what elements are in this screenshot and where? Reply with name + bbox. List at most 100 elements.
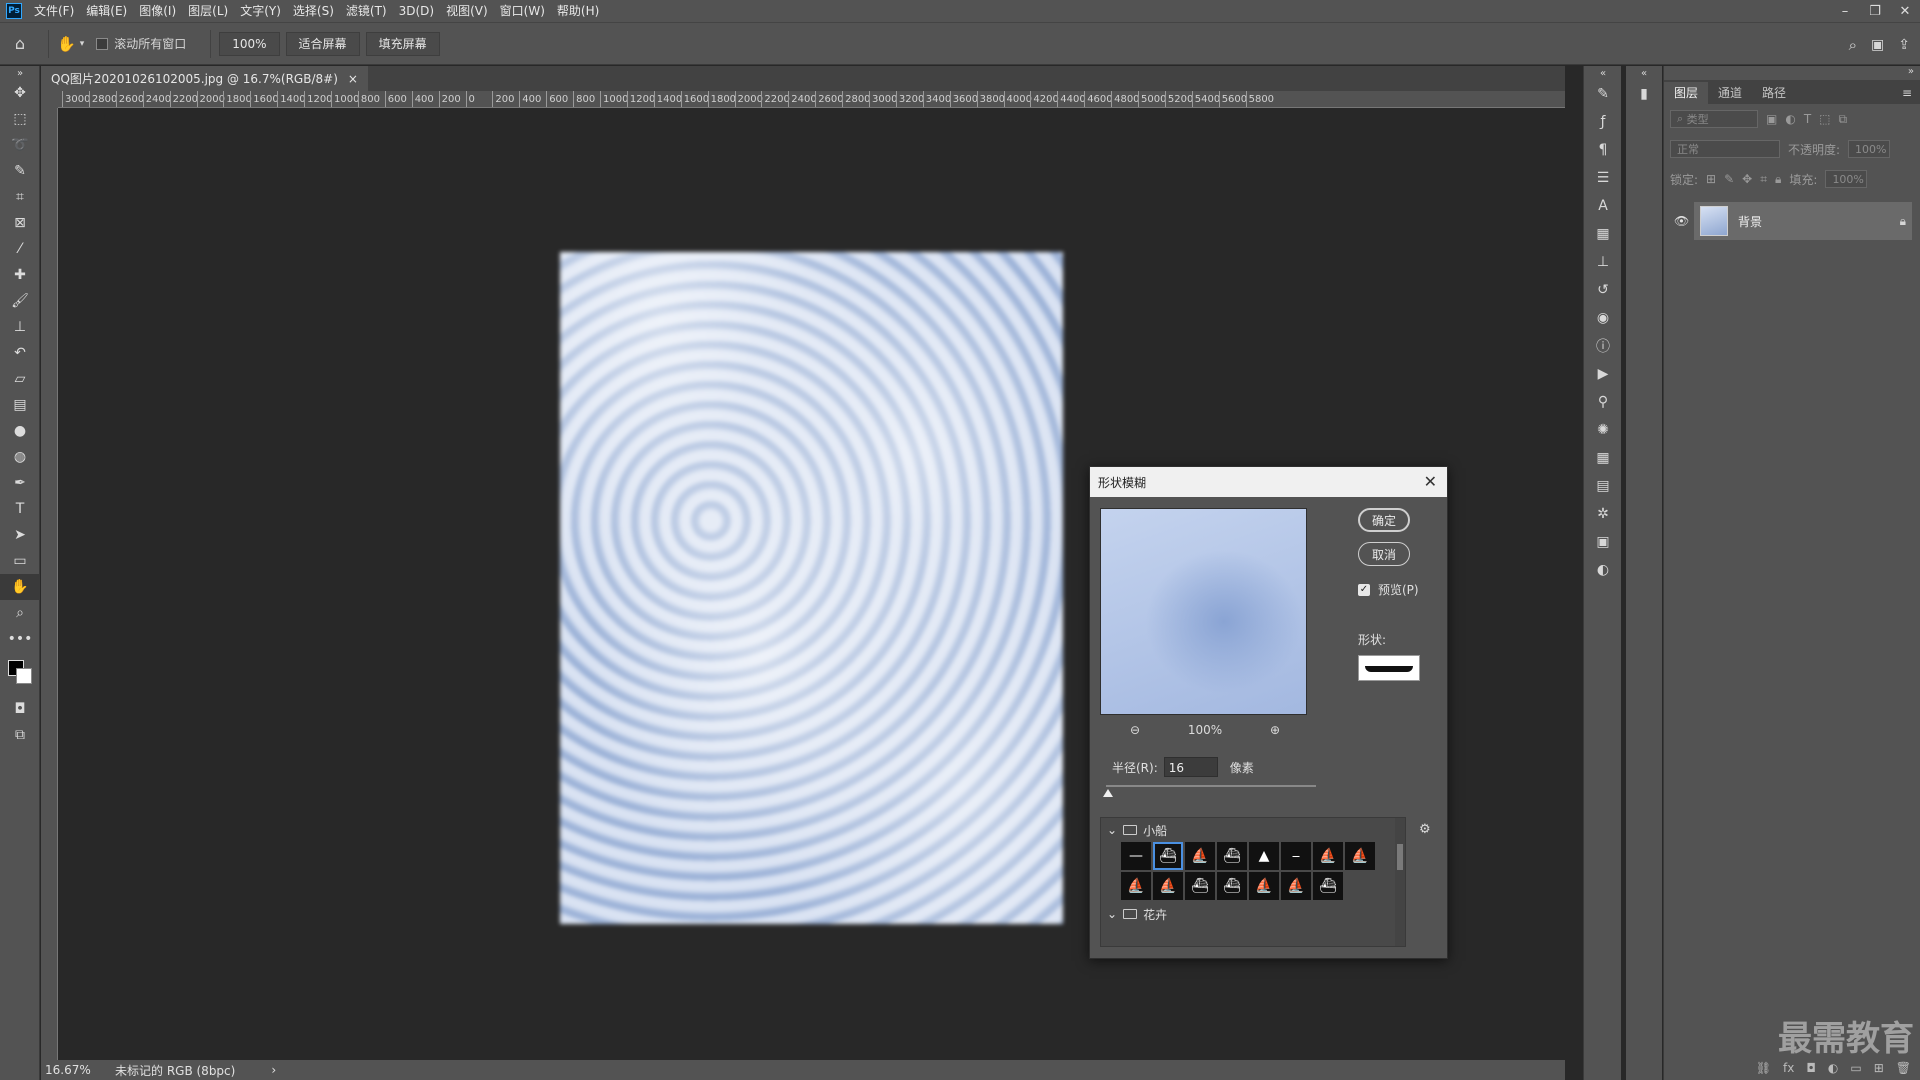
shape-swatch[interactable]: ⛵ bbox=[1185, 842, 1215, 870]
gear-icon[interactable]: ⚙ bbox=[1419, 822, 1431, 837]
filter-preview[interactable] bbox=[1100, 508, 1307, 715]
crop-tool-icon[interactable]: ⌗ bbox=[0, 184, 40, 210]
preview-toggle[interactable]: ✓ 预览(P) bbox=[1358, 581, 1419, 598]
menu-view[interactable]: 视图(V) bbox=[440, 0, 494, 22]
preview-checkbox[interactable]: ✓ bbox=[1358, 583, 1370, 596]
shape-swatch[interactable]: ⛴ bbox=[1217, 872, 1247, 900]
document-image-clouds[interactable] bbox=[560, 252, 1063, 924]
navigator-icon[interactable]: ▣ bbox=[1584, 528, 1622, 556]
info-icon[interactable]: ⓘ bbox=[1584, 332, 1622, 360]
properties-icon[interactable]: ◐ bbox=[1584, 556, 1622, 584]
eraser-tool-icon[interactable]: ▱ bbox=[0, 366, 40, 392]
clone-stamp-tool-icon[interactable]: ⊥ bbox=[0, 314, 40, 340]
zoom-in-icon[interactable]: ⊕ bbox=[1270, 723, 1280, 737]
notes-icon[interactable]: ▤ bbox=[1584, 472, 1622, 500]
layer-style-icon[interactable]: fx bbox=[1783, 1061, 1794, 1075]
menu-filter[interactable]: 滤镜(T) bbox=[340, 0, 393, 22]
visibility-eye-icon[interactable]: 👁︎ bbox=[1674, 214, 1689, 228]
shape-swatch[interactable]: — bbox=[1121, 842, 1151, 870]
menu-select[interactable]: 选择(S) bbox=[287, 0, 340, 22]
status-zoom[interactable]: 16.67% bbox=[41, 1063, 101, 1077]
radius-input[interactable]: 16 bbox=[1163, 757, 1218, 777]
document-tab[interactable]: QQ图片20201026102005.jpg @ 16.7%(RGB/8#) × bbox=[41, 66, 368, 91]
lock-pixels-icon[interactable]: ✎ bbox=[1724, 172, 1734, 186]
background-color-swatch[interactable] bbox=[16, 668, 32, 684]
lock-all-icon[interactable]: 🔒︎ bbox=[1775, 172, 1781, 187]
quick-mask-icon[interactable]: ◘ bbox=[0, 696, 40, 722]
lasso-tool-icon[interactable]: ➰ bbox=[0, 132, 40, 158]
hand-tool-icon[interactable]: ✋ bbox=[0, 574, 40, 600]
lock-artboard-icon[interactable]: ⌗ bbox=[1760, 172, 1767, 187]
blur-tool-icon[interactable]: ● bbox=[0, 418, 40, 444]
brush-tool-icon[interactable]: 🖌 bbox=[0, 288, 40, 314]
minimize-icon[interactable]: – bbox=[1830, 0, 1860, 22]
add-mask-icon[interactable]: ◘ bbox=[1806, 1061, 1816, 1075]
actions-icon[interactable]: ▶ bbox=[1584, 360, 1622, 388]
frame-tool-icon[interactable]: ⊠ bbox=[0, 210, 40, 236]
paragraph-icon[interactable]: ¶ bbox=[1584, 136, 1622, 164]
shape-swatch[interactable]: ⛵ bbox=[1345, 842, 1375, 870]
menu-layer[interactable]: 图层(L) bbox=[182, 0, 234, 22]
history-icon[interactable]: ↺ bbox=[1584, 276, 1622, 304]
healing-brush-tool-icon[interactable]: ✚ bbox=[0, 262, 40, 288]
search-icon[interactable]: ⌕ bbox=[1849, 36, 1857, 54]
shape-swatch[interactable]: ⛴ bbox=[1217, 842, 1247, 870]
collapse-icon[interactable]: « bbox=[1626, 66, 1662, 80]
shape-list-scrollbar[interactable] bbox=[1395, 818, 1405, 946]
shape-group-boats[interactable]: ⌄ 小船 bbox=[1101, 818, 1405, 842]
collapse-icon[interactable]: » bbox=[1664, 66, 1920, 80]
ok-button[interactable]: 确定 bbox=[1358, 508, 1410, 532]
screen-mode-icon[interactable]: ⧉ bbox=[0, 722, 40, 748]
layer-filter-select[interactable]: ⌕ 类型 bbox=[1670, 110, 1758, 128]
shape-swatch-selected[interactable]: ⛴ bbox=[1153, 842, 1183, 870]
share-icon[interactable]: ⇪ bbox=[1898, 37, 1910, 53]
styles-icon[interactable]: ƒ bbox=[1584, 108, 1622, 136]
opacity-input[interactable]: 100% bbox=[1848, 140, 1891, 158]
3d-icon[interactable]: ✺ bbox=[1584, 416, 1622, 444]
tab-channels[interactable]: 通道 bbox=[1708, 82, 1752, 104]
libraries-icon[interactable]: ▦ bbox=[1584, 220, 1622, 248]
new-group-icon[interactable]: ▭ bbox=[1850, 1061, 1861, 1075]
paths-icon[interactable]: ⚲ bbox=[1584, 388, 1622, 416]
shape-swatch[interactable]: ⛵ bbox=[1153, 872, 1183, 900]
shape-swatch[interactable]: ⛵ bbox=[1249, 872, 1279, 900]
shape-swatch[interactable]: ⛴ bbox=[1313, 872, 1343, 900]
collapse-icon[interactable]: « bbox=[1584, 66, 1622, 80]
zoom-tool-icon[interactable]: ⌕ bbox=[0, 600, 40, 626]
menu-3d[interactable]: 3D(D) bbox=[393, 0, 440, 22]
chevron-down-icon[interactable]: ⌄ bbox=[1107, 823, 1117, 837]
eyedropper-tool-icon[interactable]: ⁄ bbox=[0, 236, 40, 262]
pen-tool-icon[interactable]: ✒ bbox=[0, 470, 40, 496]
zoom-100-button[interactable]: 100% bbox=[219, 31, 280, 56]
restore-icon[interactable]: ❐ bbox=[1860, 0, 1890, 22]
filter-pixel-icon[interactable]: ▣ bbox=[1766, 112, 1777, 126]
layer-row-background[interactable]: 背景 🔒︎ bbox=[1694, 202, 1912, 240]
tab-paths[interactable]: 路径 bbox=[1752, 82, 1796, 104]
menu-help[interactable]: 帮助(H) bbox=[551, 0, 605, 22]
filter-smart-icon[interactable]: ⧉ bbox=[1839, 112, 1848, 127]
color-swatches[interactable] bbox=[0, 652, 40, 696]
shape-swatch[interactable]: ⛵ bbox=[1313, 842, 1343, 870]
path-select-tool-icon[interactable]: ➤ bbox=[0, 522, 40, 548]
chevron-down-icon[interactable]: ⌄ bbox=[1107, 907, 1117, 921]
tab-close-icon[interactable]: × bbox=[348, 72, 358, 86]
delete-layer-icon[interactable]: 🗑︎ bbox=[1896, 1061, 1911, 1075]
menu-window[interactable]: 窗口(W) bbox=[494, 0, 551, 22]
hand-tool-icon[interactable]: ✋ bbox=[57, 35, 76, 53]
adjustments-icon[interactable]: ☰ bbox=[1584, 164, 1622, 192]
home-icon[interactable]: ⌂ bbox=[0, 34, 40, 53]
cancel-button[interactable]: 取消 bbox=[1358, 542, 1410, 566]
quick-select-tool-icon[interactable]: ✎ bbox=[0, 158, 40, 184]
menu-edit[interactable]: 编辑(E) bbox=[80, 0, 133, 22]
workspace-icon[interactable]: ▣ bbox=[1871, 37, 1884, 53]
collapse-icon[interactable]: » bbox=[0, 66, 40, 80]
filter-type-icon[interactable]: T bbox=[1804, 112, 1811, 126]
close-window-icon[interactable]: ✕ bbox=[1890, 0, 1920, 22]
shape-group-flowers[interactable]: ⌄ 花卉 bbox=[1101, 902, 1405, 926]
lock-position-icon[interactable]: ✥ bbox=[1742, 172, 1752, 186]
filter-shape-icon[interactable]: ⬚ bbox=[1819, 112, 1830, 126]
history-brush-tool-icon[interactable]: ↶ bbox=[0, 340, 40, 366]
fill-screen-button[interactable]: 填充屏幕 bbox=[365, 31, 440, 56]
clone-source-icon[interactable]: ⊥ bbox=[1584, 248, 1622, 276]
panel-toggle-icon[interactable]: ▮ bbox=[1626, 80, 1662, 108]
